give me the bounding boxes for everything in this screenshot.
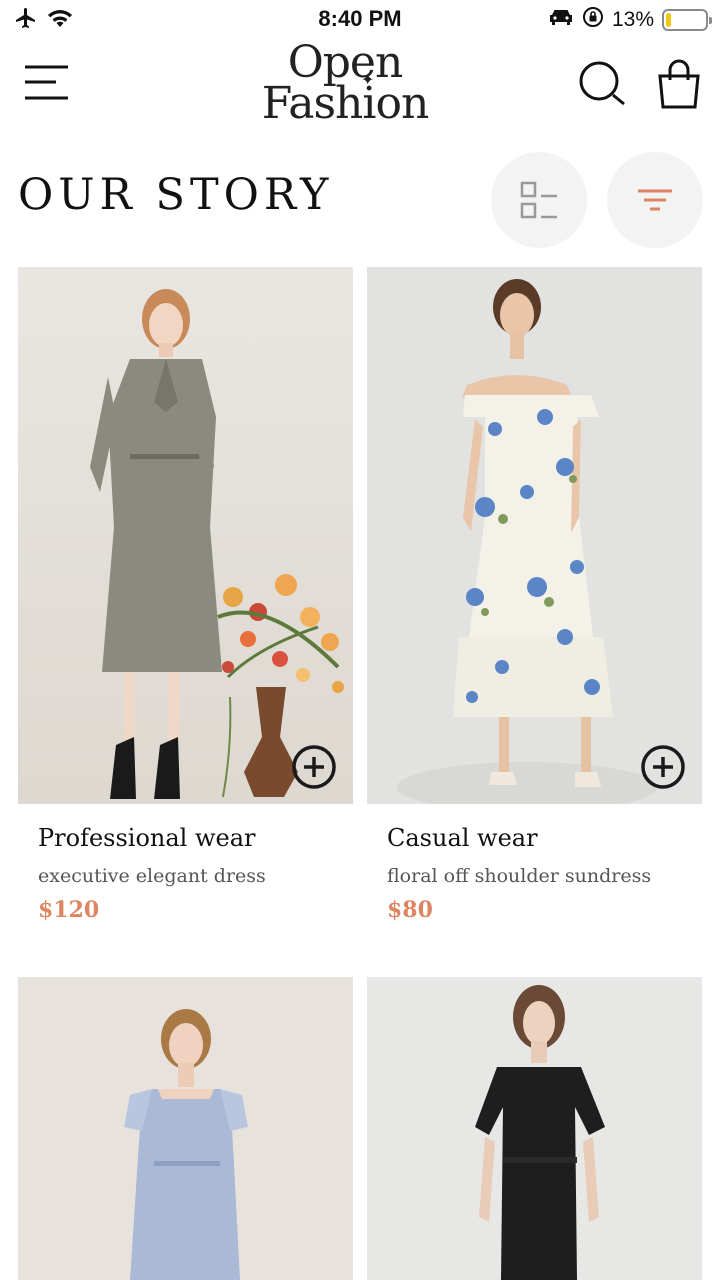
product-price: $80 [387, 897, 433, 923]
view-toggle-button[interactable] [491, 152, 587, 248]
car-icon [548, 7, 574, 33]
add-to-cart-button[interactable] [291, 744, 337, 790]
product-title[interactable]: Professional wear [38, 824, 256, 852]
page-title: OUR STORY [18, 170, 334, 220]
shopping-bag-icon [658, 59, 700, 109]
menu-button[interactable] [24, 64, 70, 104]
logo-line-2: Fashion [261, 78, 430, 129]
app-header: Open Fashion ✦ [0, 40, 720, 140]
battery-icon [662, 9, 712, 31]
orientation-lock-icon [582, 6, 604, 34]
filter-button[interactable] [607, 152, 703, 248]
product-description: floral off shoulder sundress [387, 865, 652, 887]
status-right: 13% [548, 6, 712, 34]
product-image[interactable] [367, 267, 702, 804]
product-description: executive elegant dress [38, 865, 266, 887]
search-icon [579, 61, 625, 106]
sparkle-icon: ✦ [361, 70, 375, 89]
add-to-cart-button[interactable] [640, 744, 686, 790]
battery-percent: 13% [611, 8, 654, 31]
product-image[interactable] [367, 977, 702, 1280]
search-button[interactable] [576, 58, 628, 110]
product-image[interactable] [18, 267, 353, 804]
plus-circle-icon [641, 745, 685, 789]
status-bar: 8:40 PM 13% [0, 0, 720, 40]
brand-logo[interactable]: Open Fashion ✦ [250, 40, 440, 126]
shopping-bag-button[interactable] [654, 58, 704, 110]
menu-icon [25, 65, 68, 100]
list-view-icon [520, 181, 557, 219]
plus-circle-icon [292, 745, 336, 789]
battery-fill [666, 13, 671, 27]
product-title[interactable]: Casual wear [387, 824, 538, 852]
product-price: $120 [38, 897, 100, 923]
filter-icon [638, 189, 672, 211]
product-image[interactable] [18, 977, 353, 1280]
